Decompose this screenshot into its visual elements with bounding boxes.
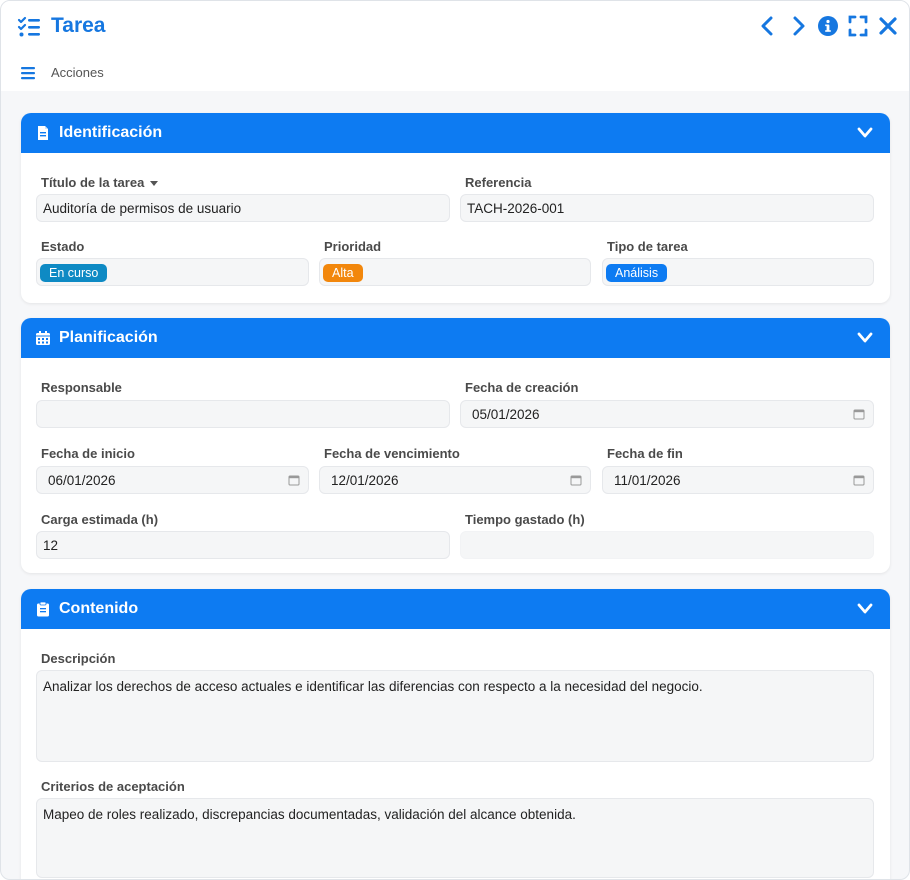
tiempo-field xyxy=(460,531,874,559)
tiempo-label: Tiempo gastado (h) xyxy=(465,512,585,527)
close-icon[interactable] xyxy=(877,14,899,38)
identificacion-section: Identificación Título de la tarea Audito… xyxy=(21,113,890,303)
tipo-label: Tipo de tarea xyxy=(607,239,688,254)
referencia-label: Referencia xyxy=(465,175,532,190)
prioridad-field[interactable]: Alta xyxy=(319,258,591,286)
priority-badge: Alta xyxy=(323,264,363,282)
section-title: Planificación xyxy=(59,329,158,346)
section-title: Contenido xyxy=(59,600,139,617)
previous-chevron-icon[interactable] xyxy=(757,14,779,38)
prioridad-label: Prioridad xyxy=(324,239,382,254)
chevron-down-icon[interactable] xyxy=(856,125,874,141)
criterios-textarea[interactable]: Mapeo de roles realizado, discrepancias … xyxy=(36,798,874,878)
type-badge: Análisis xyxy=(606,264,668,282)
inicio-date-value: 06/01/2026 xyxy=(48,473,116,488)
section-title: Identificación xyxy=(59,124,163,141)
chevron-down-icon[interactable] xyxy=(856,601,874,617)
contenido-header[interactable]: Contenido xyxy=(21,589,890,629)
carga-label: Carga estimada (h) xyxy=(41,512,159,527)
expand-icon[interactable] xyxy=(847,14,869,38)
clipboard-icon xyxy=(37,601,49,617)
descripcion-textarea[interactable]: Analizar los derechos de acceso actuales… xyxy=(36,670,874,762)
identificacion-header[interactable]: Identificación xyxy=(21,113,890,153)
info-icon[interactable] xyxy=(817,14,839,38)
vencimiento-date-value: 12/01/2026 xyxy=(331,473,399,488)
inicio-label: Fecha de inicio xyxy=(41,446,135,461)
calendar-icon xyxy=(36,331,50,345)
next-chevron-icon[interactable] xyxy=(787,14,809,38)
calendar-icon[interactable] xyxy=(853,408,865,420)
estado-label: Estado xyxy=(41,239,85,254)
vencimiento-label: Fecha de vencimiento xyxy=(324,446,460,461)
descripcion-label: Descripción xyxy=(41,651,116,666)
referencia-field[interactable]: TACH-2026-001 xyxy=(460,194,874,222)
fin-date-value: 11/01/2026 xyxy=(614,473,681,488)
titulo-field[interactable]: Auditoría de permisos de usuario xyxy=(36,194,450,222)
actions-menu[interactable]: Acciones xyxy=(21,65,104,80)
task-window: Tarea Acciones Identificación Título de … xyxy=(0,0,910,880)
planificacion-header[interactable]: Planificación xyxy=(21,318,890,358)
status-badge: En curso xyxy=(40,264,108,282)
responsable-field[interactable] xyxy=(36,400,450,428)
document-icon xyxy=(38,126,48,140)
creacion-label: Fecha de creación xyxy=(465,380,579,395)
carga-field[interactable]: 12 xyxy=(36,531,450,559)
planificacion-section: Planificación Responsable Fecha de creac… xyxy=(21,318,890,573)
contenido-section: Contenido Descripción Analizar los derec… xyxy=(21,589,890,879)
title-bar: Tarea Acciones xyxy=(1,1,909,91)
estado-field[interactable]: En curso xyxy=(36,258,309,286)
creacion-date-field[interactable]: 05/01/2026 xyxy=(460,400,874,428)
creacion-date-value: 05/01/2026 xyxy=(472,407,540,422)
vencimiento-date-field[interactable]: 12/01/2026 xyxy=(319,466,591,494)
titulo-label: Título de la tarea xyxy=(41,175,159,190)
criterios-label: Criterios de aceptación xyxy=(41,779,185,794)
chevron-down-icon[interactable] xyxy=(856,330,874,346)
inicio-date-field[interactable]: 06/01/2026 xyxy=(36,466,309,494)
window-controls xyxy=(757,14,899,38)
hamburger-menu-icon xyxy=(21,66,35,79)
calendar-icon[interactable] xyxy=(853,474,865,486)
fin-date-field[interactable]: 11/01/2026 xyxy=(602,466,874,494)
caret-down-icon[interactable] xyxy=(150,181,159,187)
calendar-icon[interactable] xyxy=(570,474,582,486)
actions-label: Acciones xyxy=(51,65,104,80)
calendar-icon[interactable] xyxy=(288,474,300,486)
task-list-icon xyxy=(17,16,40,37)
window-title: Tarea xyxy=(51,14,106,37)
tipo-field[interactable]: Análisis xyxy=(602,258,874,286)
responsable-label: Responsable xyxy=(41,380,122,395)
fin-label: Fecha de fin xyxy=(607,446,683,461)
